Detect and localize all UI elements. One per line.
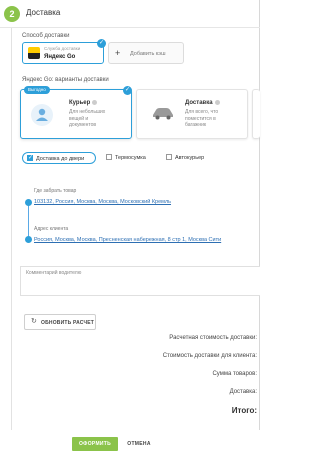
summary-goods-sum: Сумма товаров: xyxy=(212,371,257,377)
recalculate-button[interactable]: ↻ ОБНОВИТЬ РАСЧЕТ xyxy=(24,314,96,330)
panel-title: Доставка xyxy=(26,8,61,17)
driver-comment-label: Комментарий водителю xyxy=(26,270,82,276)
option-auto-courier[interactable]: Автокурьер xyxy=(162,152,220,164)
summary-delivery: Доставка: xyxy=(229,389,257,395)
checkbox xyxy=(106,154,112,160)
pickup-label: Где забрать товар xyxy=(34,188,77,194)
client-address-link[interactable]: Россия, Москва, Москва, Пресненская набе… xyxy=(34,237,221,243)
tariff-title-courier: Курьер xyxy=(69,100,91,107)
yandex-go-logo-base xyxy=(28,53,40,59)
profit-badge: Выгодно xyxy=(24,86,50,94)
variants-label: Яндекс Go: варианты доставки xyxy=(22,77,109,83)
car-icon xyxy=(151,106,175,125)
route-line xyxy=(28,202,29,240)
option-label: Термосумка xyxy=(115,155,146,161)
plus-icon: + xyxy=(115,48,121,58)
panel-header: 2 Доставка xyxy=(0,0,260,28)
checkbox-checked xyxy=(27,153,33,163)
client-address-label: Адрес клиента xyxy=(34,226,69,232)
checkbox xyxy=(166,154,172,160)
step-line xyxy=(11,28,12,430)
provider-caption: Служба доставки xyxy=(44,46,81,51)
delivery-panel: 2 Доставка Способ доставки Служба достав… xyxy=(0,0,260,430)
tariff-title-car: Доставка xyxy=(185,100,213,107)
summary-total: Итого: xyxy=(231,406,257,415)
step-badge: 2 xyxy=(4,6,20,22)
tariff-card-partial[interactable] xyxy=(252,89,260,139)
option-label: Автокурьер xyxy=(175,155,205,161)
provider-card-yandex-go[interactable]: Служба доставки Яндекс Go ✓ xyxy=(22,39,106,64)
check-icon: ✓ xyxy=(97,39,106,48)
info-icon[interactable] xyxy=(92,100,98,105)
check-icon: ✓ xyxy=(123,86,132,95)
summary-estimated-cost: Расчетная стоимость доставки: xyxy=(169,335,257,341)
delivery-method-label: Способ доставки xyxy=(22,33,70,39)
tariff-card-car[interactable]: Доставка Для всего, что поместится в баг… xyxy=(136,89,248,139)
submit-button[interactable]: ОФОРМИТЬ xyxy=(72,437,118,451)
add-provider-label: Добавить кэш xyxy=(130,51,166,57)
option-label: Доставка до двери xyxy=(36,156,85,162)
info-icon[interactable] xyxy=(214,100,220,105)
add-provider-button[interactable]: + Добавить кэш xyxy=(108,42,184,64)
summary-client-cost: Стоимость доставки для клиента: xyxy=(162,353,257,359)
courier-icon xyxy=(31,104,53,126)
refresh-icon: ↻ xyxy=(31,318,37,325)
tariff-card-courier[interactable]: Выгодно Курьер Для небольших вещей и док… xyxy=(20,86,132,139)
driver-comment-input[interactable]: Комментарий водителю xyxy=(20,266,260,296)
cancel-button[interactable]: ОТМЕНА xyxy=(124,437,154,451)
option-door-delivery[interactable]: Доставка до двери xyxy=(22,152,96,164)
provider-name: Яндекс Go xyxy=(44,54,76,60)
pickup-pin-icon xyxy=(25,199,32,206)
recalculate-label: ОБНОВИТЬ РАСЧЕТ xyxy=(41,320,94,326)
pickup-address-link[interactable]: 103132, Россия, Москва, Москва, Московск… xyxy=(34,199,171,205)
tariff-desc-car: Для всего, что поместится в багажник xyxy=(185,109,219,128)
client-pin-icon xyxy=(25,236,32,243)
tariff-desc-courier: Для небольших вещей и документов xyxy=(69,109,106,128)
option-thermo-bag[interactable]: Термосумка xyxy=(102,152,158,164)
